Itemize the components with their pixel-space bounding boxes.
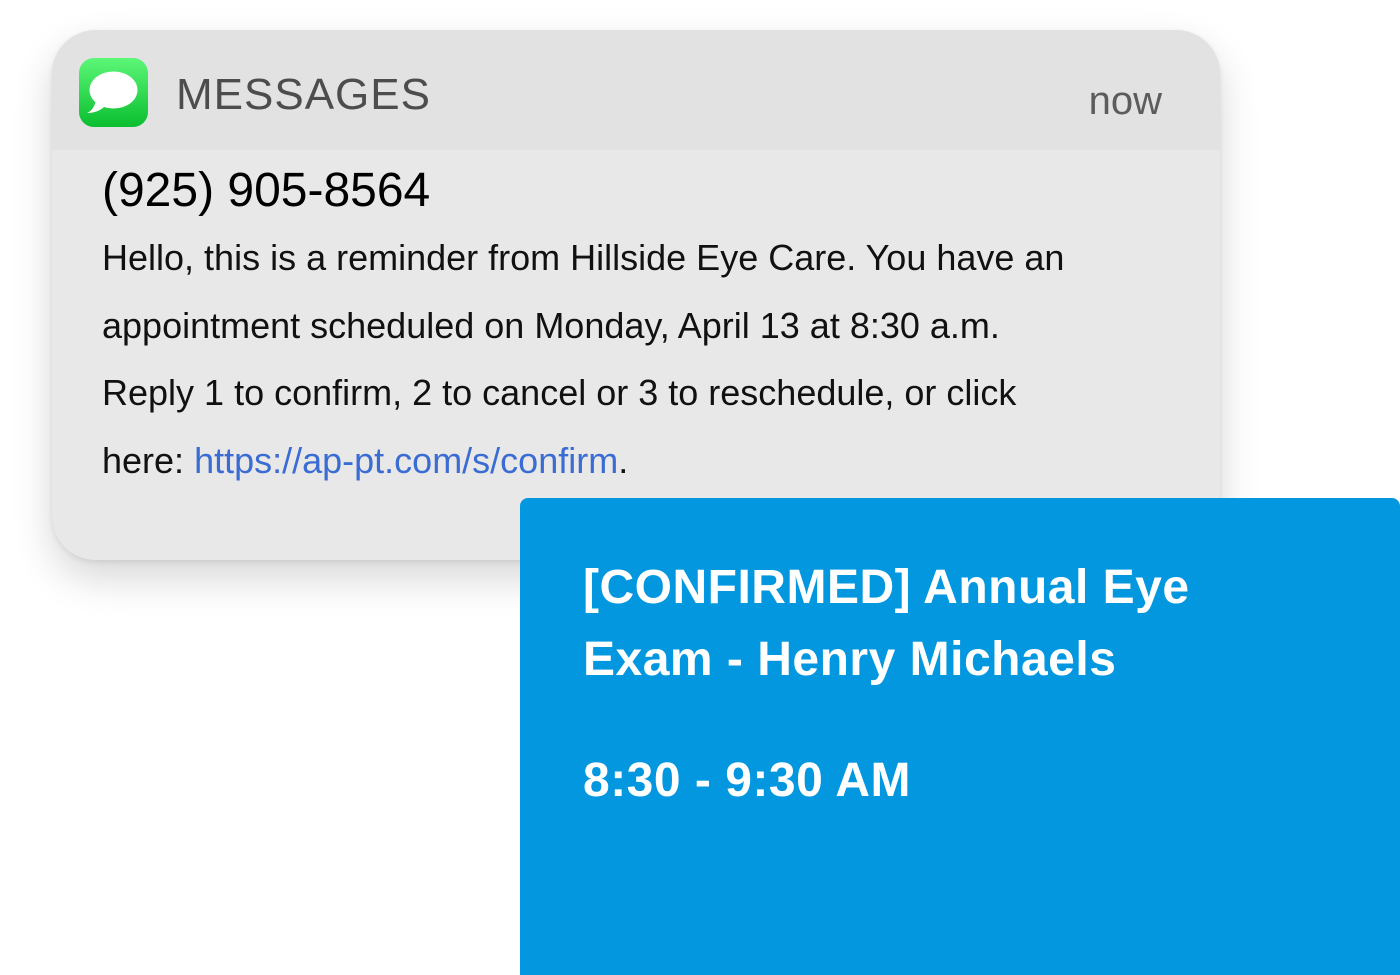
message-line: Reply 1 to confirm, 2 to cancel or 3 to …	[102, 372, 1017, 413]
sender-phone-number: (925) 905-8564	[102, 164, 431, 217]
event-title: [CONFIRMED] Annual Eye Exam - Henry Mich…	[583, 561, 1190, 686]
message-line: Hello, this is a reminder from Hillside …	[102, 237, 1065, 278]
app-name: MESSAGES	[176, 70, 431, 119]
message-line-last: here: https://ap-pt.com/s/confirm.	[102, 427, 1182, 495]
message-prefix: here:	[102, 439, 195, 481]
event-time: 8:30 - 9:30 AM	[583, 754, 911, 807]
messages-icon	[79, 58, 148, 127]
calendar-event-card[interactable]: [CONFIRMED] Annual Eye Exam - Henry Mich…	[520, 498, 1400, 975]
message-text: Hello, this is a reminder from Hillside …	[102, 224, 1182, 494]
confirm-link[interactable]: https://ap-pt.com/s/confirm	[194, 440, 618, 481]
message-notification[interactable]: MESSAGES now (925) 905-8564 Hello, this …	[52, 30, 1220, 560]
message-suffix: .	[618, 439, 629, 481]
message-line: appointment scheduled on Monday, April 1…	[102, 304, 1000, 346]
notification-time: now	[1088, 79, 1162, 123]
